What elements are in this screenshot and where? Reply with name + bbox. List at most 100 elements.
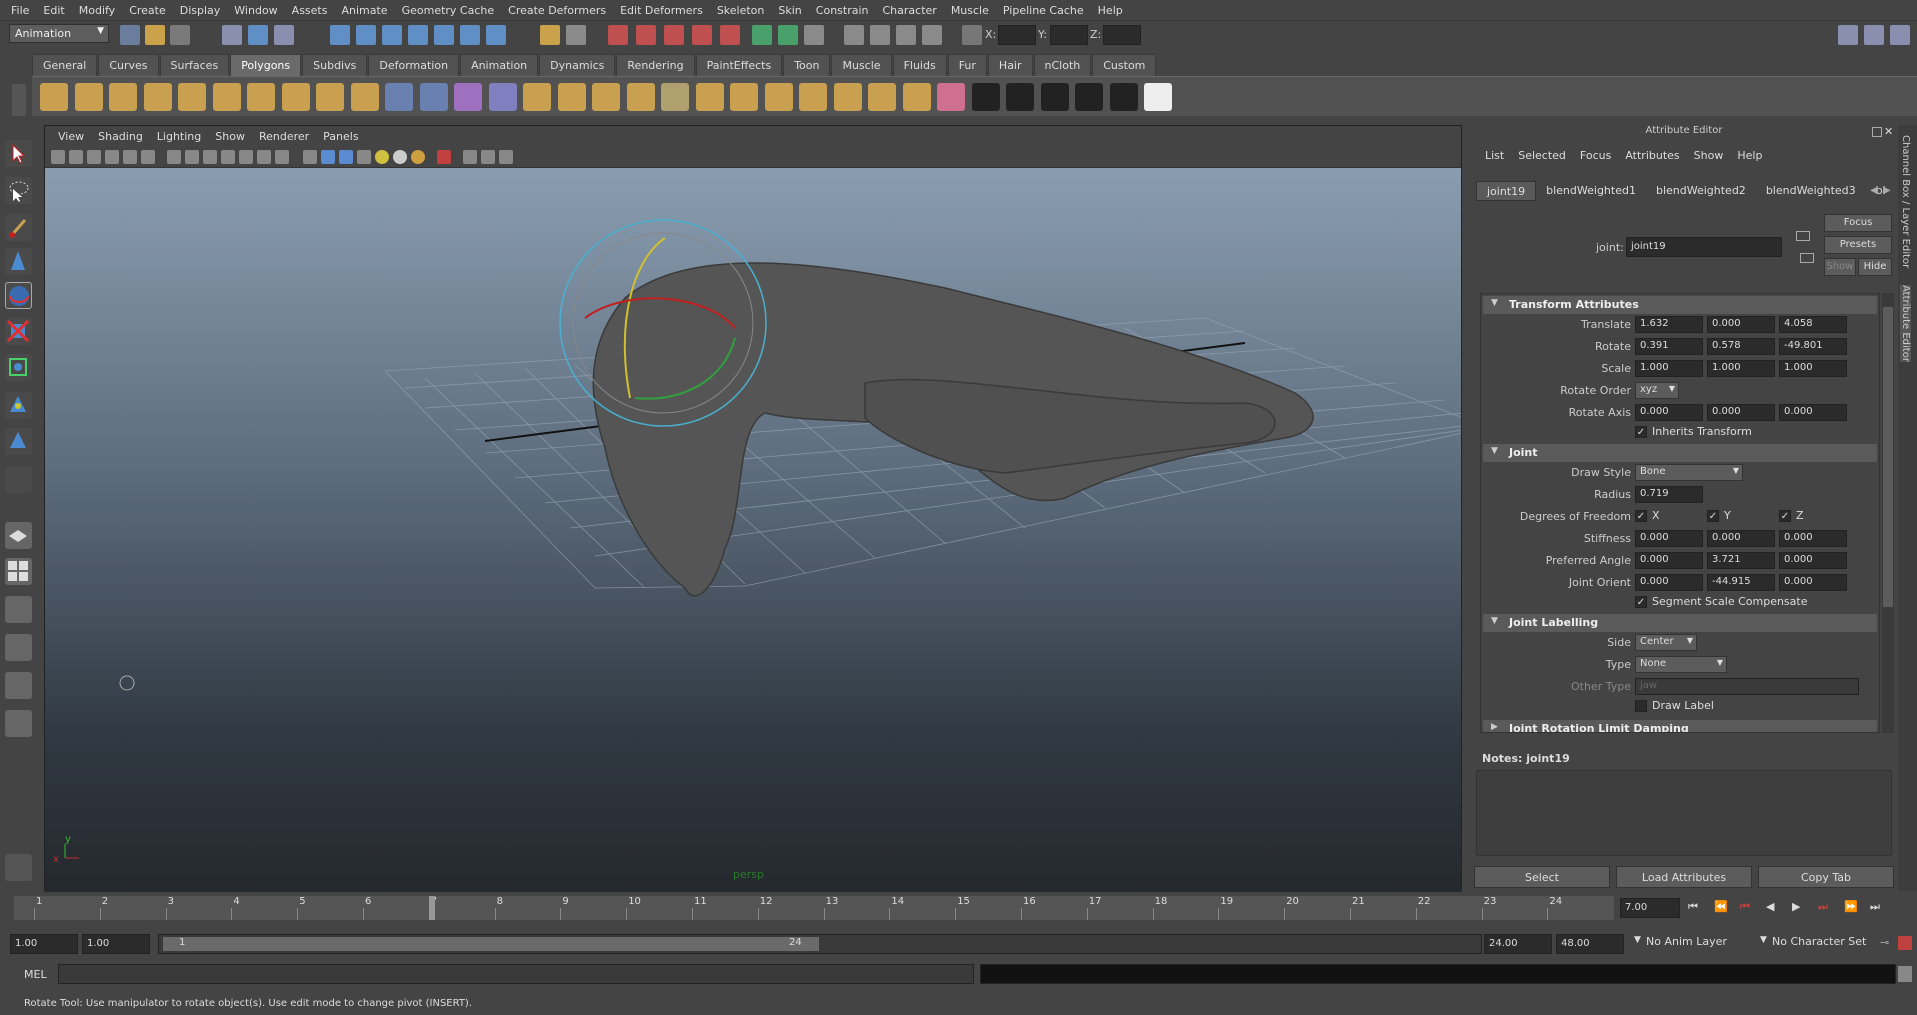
shelf-tab-fur[interactable]: Fur [947, 54, 987, 76]
textured-icon[interactable] [357, 150, 371, 164]
rotate-y-field[interactable]: 0.578 [1707, 338, 1775, 355]
grease-pencil-icon[interactable] [123, 150, 137, 164]
scale-tool-icon[interactable] [5, 318, 32, 345]
menu-geometry-cache[interactable]: Geometry Cache [395, 4, 502, 17]
high-quality-icon[interactable] [411, 150, 425, 164]
translate-z-field[interactable]: 4.058 [1779, 316, 1847, 333]
select-tool-icon[interactable] [5, 140, 32, 167]
viewport-scene[interactable]: y x persp [45, 168, 1461, 892]
wireframe-on-shaded-icon[interactable] [339, 150, 353, 164]
bookmarks-icon[interactable] [87, 150, 101, 164]
safe-title-icon[interactable] [275, 150, 289, 164]
rotate-order-dropdown[interactable]: xyz ▼ [1635, 382, 1679, 399]
type-dropdown[interactable]: None ▼ [1635, 656, 1727, 673]
section-joint[interactable]: ▼ Joint [1483, 444, 1877, 462]
draw-label-checkbox[interactable] [1635, 700, 1647, 712]
outliner-layout-icon[interactable] [5, 596, 32, 623]
tab-scroll-right-icon[interactable]: ▶ [1883, 185, 1891, 196]
uv-planar-icon[interactable] [937, 83, 965, 111]
viewport-menu-view[interactable]: View [51, 130, 91, 143]
image-plane-icon[interactable] [105, 150, 119, 164]
render-current-icon[interactable] [608, 25, 628, 45]
close-icon[interactable]: ✕ [1884, 125, 1893, 138]
section-joint-labelling[interactable]: ▼ Joint Labelling [1483, 614, 1877, 632]
poly-pipe-icon[interactable] [281, 83, 310, 111]
viewport-menu-renderer[interactable]: Renderer [252, 130, 316, 143]
universal-manip-icon[interactable] [5, 354, 32, 381]
tab-scroll-left-icon[interactable]: ◀ [1870, 185, 1878, 196]
input-connection-icon[interactable] [1796, 231, 1810, 241]
select-object-icon[interactable] [248, 25, 268, 45]
scale-x-field[interactable]: 1.000 [1635, 360, 1703, 377]
grid-icon[interactable] [922, 25, 942, 45]
menu-animate[interactable]: Animate [334, 4, 394, 17]
menu-pipeline-cache[interactable]: Pipeline Cache [996, 4, 1091, 17]
four-pane-layout-icon[interactable] [5, 558, 32, 585]
last-tool-icon[interactable] [5, 466, 32, 493]
poly-extrude-icon[interactable] [557, 83, 586, 111]
snap-point-icon[interactable] [382, 25, 402, 45]
shelf-tab-rendering[interactable]: Rendering [616, 54, 695, 76]
sidebar-toggle-icon[interactable] [752, 25, 772, 45]
camera-icon[interactable] [844, 25, 864, 45]
snap-curve-icon[interactable] [356, 25, 376, 45]
lock-camera-icon[interactable] [69, 150, 83, 164]
shelf-tab-hair[interactable]: Hair [987, 54, 1033, 76]
lock-icon[interactable] [540, 25, 560, 45]
shelf-tab-surfaces[interactable]: Surfaces [159, 54, 230, 76]
history-icon[interactable] [460, 25, 480, 45]
hypershade-icon[interactable] [692, 25, 712, 45]
soft-mod-icon[interactable] [5, 392, 32, 419]
go-to-end-icon[interactable]: ⏭ [1870, 900, 1880, 914]
section-transform-attributes[interactable]: ▼ Transform Attributes [1483, 296, 1877, 314]
prev-key-icon[interactable]: ⏮ [1740, 900, 1750, 914]
poly-sphere-icon[interactable] [40, 83, 68, 111]
poly-combine-icon[interactable] [385, 83, 413, 111]
show-button[interactable]: Show [1824, 258, 1856, 276]
menu-modify[interactable]: Modify [72, 4, 122, 17]
ae-menu-list[interactable]: List [1478, 149, 1511, 162]
ae-tab-joint19[interactable]: joint19 [1476, 181, 1537, 201]
help-query-icon[interactable] [486, 25, 506, 45]
shelf-tab-ncloth[interactable]: nCloth [1033, 54, 1092, 76]
shelf-tab-fluids[interactable]: Fluids [892, 54, 947, 76]
menu-assets[interactable]: Assets [285, 4, 335, 17]
attribute-editor-side-tab[interactable]: Attribute Editor [1900, 285, 1911, 362]
script-editor-icon[interactable] [5, 854, 32, 881]
poly-chamfer-icon[interactable] [902, 83, 931, 111]
snap-live-icon[interactable] [434, 25, 454, 45]
layout-more-icon[interactable] [5, 748, 32, 762]
rotate-z-field[interactable]: -49.801 [1779, 338, 1847, 355]
poly-append-icon[interactable] [626, 83, 655, 111]
poly-merge-icon[interactable] [764, 83, 793, 111]
preferred-angle-z-field[interactable]: 0.000 [1779, 552, 1847, 569]
wireframe-icon[interactable] [303, 150, 317, 164]
ae-menu-selected[interactable]: Selected [1511, 149, 1573, 162]
poly-cube-icon[interactable] [74, 83, 103, 111]
ae-menu-focus[interactable]: Focus [1573, 149, 1618, 162]
select-component-icon[interactable] [274, 25, 294, 45]
dof-z-checkbox[interactable]: ✓ [1779, 510, 1791, 522]
animation-start-field[interactable]: 1.00 [10, 934, 78, 954]
2d-pan-icon[interactable] [141, 150, 155, 164]
poly-smooth-icon[interactable] [454, 83, 482, 111]
checker-map-icon[interactable] [1109, 83, 1138, 111]
auto-key-icon[interactable] [1898, 936, 1912, 950]
scrollbar-thumb[interactable] [1883, 307, 1893, 607]
poly-insert-edge-icon[interactable] [695, 83, 724, 111]
joint-orient-z-field[interactable]: 0.000 [1779, 574, 1847, 591]
channel-box-side-tab[interactable]: Channel Box / Layer Editor [1900, 135, 1911, 268]
menu-create[interactable]: Create [122, 4, 173, 17]
copy-tab-button[interactable]: Copy Tab [1758, 866, 1894, 888]
grid-toggle-icon[interactable] [167, 150, 181, 164]
next-key-icon[interactable]: ⏭ [1818, 900, 1828, 914]
film-gate-icon[interactable] [185, 150, 199, 164]
draw-style-dropdown[interactable]: Bone ▼ [1635, 464, 1743, 481]
absolute-transform-icon[interactable] [962, 25, 982, 45]
other-type-field[interactable]: jaw [1635, 678, 1859, 695]
play-backward-icon[interactable]: ◀ [1766, 900, 1774, 913]
toggle-tool-settings-icon[interactable] [1864, 25, 1884, 45]
presets-button[interactable]: Presets [1824, 236, 1892, 254]
gate-mask-icon[interactable] [221, 150, 235, 164]
channel-toggle-icon[interactable] [778, 25, 798, 45]
